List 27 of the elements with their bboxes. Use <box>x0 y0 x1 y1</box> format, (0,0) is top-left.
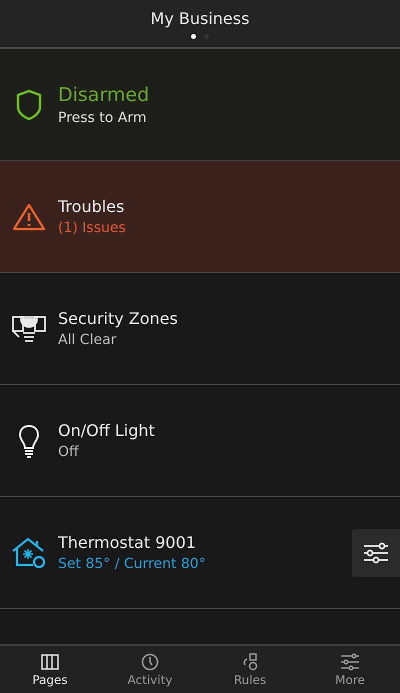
row-title: On/Off Light <box>58 421 155 440</box>
row-title: Thermostat 9001 <box>58 533 197 552</box>
row-title: Security Zones <box>58 309 178 328</box>
troubles-row[interactable]: Troubles (1) Issues <box>0 161 400 273</box>
warning-icon <box>12 202 46 230</box>
page-indicator-dot[interactable] <box>191 34 196 38</box>
sliders-icon <box>340 652 360 670</box>
row-title: Troubles <box>58 197 126 216</box>
nav-tab[interactable]: Pages <box>0 646 100 693</box>
nav-tab[interactable]: Rules <box>200 646 300 693</box>
nav-tab[interactable]: More <box>300 646 400 693</box>
page-title: My Business <box>150 8 250 28</box>
row-status: Set 85° / Current 80° <box>58 556 206 572</box>
sliders-icon <box>363 542 389 564</box>
clock-icon <box>140 652 160 670</box>
row-status: Off <box>58 444 80 460</box>
shield-icon <box>16 88 42 120</box>
row-status: Press to Arm <box>58 110 148 126</box>
thermostat-house-icon <box>11 536 47 568</box>
book-icon <box>40 652 60 670</box>
row-title: Disarmed <box>58 84 150 106</box>
lightbulb-icon <box>18 424 40 458</box>
nav-tab[interactable]: Activity <box>100 646 200 693</box>
row-status: (1) Issues <box>58 220 126 236</box>
row-status: All Clear <box>58 332 118 348</box>
settings-button[interactable] <box>352 529 400 577</box>
alarm-status-row[interactable]: Disarmed Press to Arm <box>0 49 400 161</box>
